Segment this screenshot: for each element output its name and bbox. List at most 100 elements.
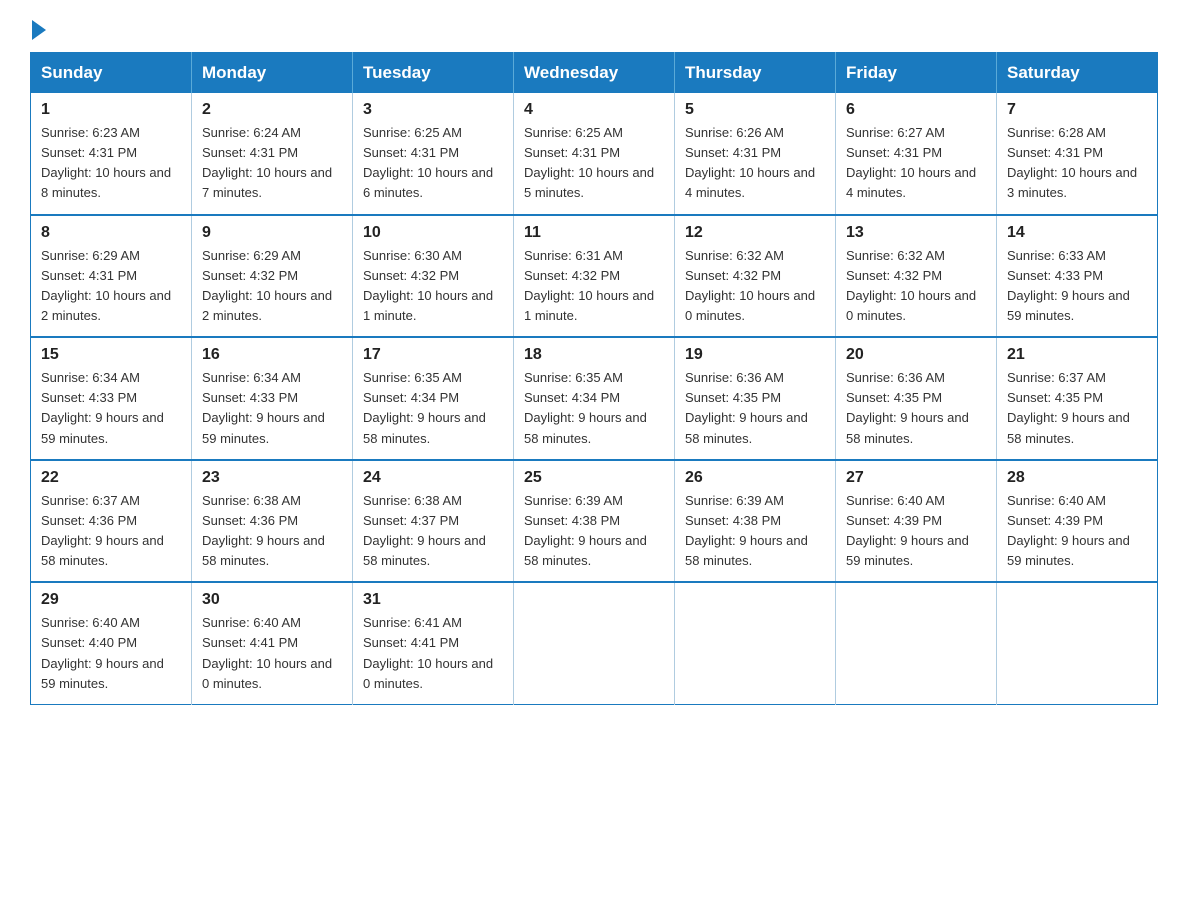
day-info: Sunrise: 6:34 AMSunset: 4:33 PMDaylight:… bbox=[202, 368, 342, 449]
day-number: 14 bbox=[1007, 224, 1147, 242]
calendar-cell: 17 Sunrise: 6:35 AMSunset: 4:34 PMDaylig… bbox=[353, 337, 514, 460]
calendar-header-monday: Monday bbox=[192, 53, 353, 94]
day-info: Sunrise: 6:38 AMSunset: 4:36 PMDaylight:… bbox=[202, 491, 342, 572]
calendar-header-friday: Friday bbox=[836, 53, 997, 94]
calendar-header-sunday: Sunday bbox=[31, 53, 192, 94]
calendar-cell: 3 Sunrise: 6:25 AMSunset: 4:31 PMDayligh… bbox=[353, 93, 514, 215]
calendar-cell: 6 Sunrise: 6:27 AMSunset: 4:31 PMDayligh… bbox=[836, 93, 997, 215]
calendar-cell: 9 Sunrise: 6:29 AMSunset: 4:32 PMDayligh… bbox=[192, 215, 353, 338]
page-header bbox=[30, 20, 1158, 34]
calendar-cell: 10 Sunrise: 6:30 AMSunset: 4:32 PMDaylig… bbox=[353, 215, 514, 338]
day-info: Sunrise: 6:27 AMSunset: 4:31 PMDaylight:… bbox=[846, 123, 986, 204]
calendar-cell: 31 Sunrise: 6:41 AMSunset: 4:41 PMDaylig… bbox=[353, 582, 514, 704]
day-info: Sunrise: 6:37 AMSunset: 4:36 PMDaylight:… bbox=[41, 491, 181, 572]
calendar-cell: 24 Sunrise: 6:38 AMSunset: 4:37 PMDaylig… bbox=[353, 460, 514, 583]
day-number: 2 bbox=[202, 101, 342, 119]
day-number: 8 bbox=[41, 224, 181, 242]
day-info: Sunrise: 6:36 AMSunset: 4:35 PMDaylight:… bbox=[846, 368, 986, 449]
day-number: 25 bbox=[524, 469, 664, 487]
day-number: 4 bbox=[524, 101, 664, 119]
day-number: 1 bbox=[41, 101, 181, 119]
day-info: Sunrise: 6:36 AMSunset: 4:35 PMDaylight:… bbox=[685, 368, 825, 449]
calendar-week-row: 22 Sunrise: 6:37 AMSunset: 4:36 PMDaylig… bbox=[31, 460, 1158, 583]
logo bbox=[30, 20, 48, 34]
day-info: Sunrise: 6:38 AMSunset: 4:37 PMDaylight:… bbox=[363, 491, 503, 572]
day-info: Sunrise: 6:37 AMSunset: 4:35 PMDaylight:… bbox=[1007, 368, 1147, 449]
day-info: Sunrise: 6:39 AMSunset: 4:38 PMDaylight:… bbox=[685, 491, 825, 572]
day-info: Sunrise: 6:34 AMSunset: 4:33 PMDaylight:… bbox=[41, 368, 181, 449]
day-number: 10 bbox=[363, 224, 503, 242]
calendar-cell: 27 Sunrise: 6:40 AMSunset: 4:39 PMDaylig… bbox=[836, 460, 997, 583]
calendar-cell: 25 Sunrise: 6:39 AMSunset: 4:38 PMDaylig… bbox=[514, 460, 675, 583]
day-info: Sunrise: 6:40 AMSunset: 4:41 PMDaylight:… bbox=[202, 613, 342, 694]
calendar-header-thursday: Thursday bbox=[675, 53, 836, 94]
calendar-week-row: 15 Sunrise: 6:34 AMSunset: 4:33 PMDaylig… bbox=[31, 337, 1158, 460]
day-number: 26 bbox=[685, 469, 825, 487]
calendar-week-row: 8 Sunrise: 6:29 AMSunset: 4:31 PMDayligh… bbox=[31, 215, 1158, 338]
day-info: Sunrise: 6:29 AMSunset: 4:31 PMDaylight:… bbox=[41, 246, 181, 327]
calendar-cell: 8 Sunrise: 6:29 AMSunset: 4:31 PMDayligh… bbox=[31, 215, 192, 338]
calendar-header-wednesday: Wednesday bbox=[514, 53, 675, 94]
calendar-cell: 11 Sunrise: 6:31 AMSunset: 4:32 PMDaylig… bbox=[514, 215, 675, 338]
day-info: Sunrise: 6:30 AMSunset: 4:32 PMDaylight:… bbox=[363, 246, 503, 327]
logo-top bbox=[30, 20, 48, 40]
calendar-header-tuesday: Tuesday bbox=[353, 53, 514, 94]
day-info: Sunrise: 6:41 AMSunset: 4:41 PMDaylight:… bbox=[363, 613, 503, 694]
day-number: 31 bbox=[363, 591, 503, 609]
calendar-cell: 14 Sunrise: 6:33 AMSunset: 4:33 PMDaylig… bbox=[997, 215, 1158, 338]
day-number: 29 bbox=[41, 591, 181, 609]
calendar-cell: 13 Sunrise: 6:32 AMSunset: 4:32 PMDaylig… bbox=[836, 215, 997, 338]
day-info: Sunrise: 6:33 AMSunset: 4:33 PMDaylight:… bbox=[1007, 246, 1147, 327]
calendar-cell: 16 Sunrise: 6:34 AMSunset: 4:33 PMDaylig… bbox=[192, 337, 353, 460]
calendar-cell: 29 Sunrise: 6:40 AMSunset: 4:40 PMDaylig… bbox=[31, 582, 192, 704]
day-number: 3 bbox=[363, 101, 503, 119]
calendar-cell: 19 Sunrise: 6:36 AMSunset: 4:35 PMDaylig… bbox=[675, 337, 836, 460]
day-number: 19 bbox=[685, 346, 825, 364]
calendar-cell: 12 Sunrise: 6:32 AMSunset: 4:32 PMDaylig… bbox=[675, 215, 836, 338]
day-number: 7 bbox=[1007, 101, 1147, 119]
calendar-cell: 15 Sunrise: 6:34 AMSunset: 4:33 PMDaylig… bbox=[31, 337, 192, 460]
calendar-cell: 21 Sunrise: 6:37 AMSunset: 4:35 PMDaylig… bbox=[997, 337, 1158, 460]
day-number: 12 bbox=[685, 224, 825, 242]
calendar-cell bbox=[675, 582, 836, 704]
day-info: Sunrise: 6:40 AMSunset: 4:39 PMDaylight:… bbox=[846, 491, 986, 572]
day-number: 9 bbox=[202, 224, 342, 242]
day-info: Sunrise: 6:32 AMSunset: 4:32 PMDaylight:… bbox=[685, 246, 825, 327]
calendar-cell: 4 Sunrise: 6:25 AMSunset: 4:31 PMDayligh… bbox=[514, 93, 675, 215]
day-number: 22 bbox=[41, 469, 181, 487]
calendar-cell: 20 Sunrise: 6:36 AMSunset: 4:35 PMDaylig… bbox=[836, 337, 997, 460]
calendar-cell: 28 Sunrise: 6:40 AMSunset: 4:39 PMDaylig… bbox=[997, 460, 1158, 583]
day-info: Sunrise: 6:39 AMSunset: 4:38 PMDaylight:… bbox=[524, 491, 664, 572]
calendar-cell: 7 Sunrise: 6:28 AMSunset: 4:31 PMDayligh… bbox=[997, 93, 1158, 215]
day-info: Sunrise: 6:25 AMSunset: 4:31 PMDaylight:… bbox=[524, 123, 664, 204]
day-number: 24 bbox=[363, 469, 503, 487]
calendar-week-row: 1 Sunrise: 6:23 AMSunset: 4:31 PMDayligh… bbox=[31, 93, 1158, 215]
day-number: 6 bbox=[846, 101, 986, 119]
day-number: 15 bbox=[41, 346, 181, 364]
calendar-week-row: 29 Sunrise: 6:40 AMSunset: 4:40 PMDaylig… bbox=[31, 582, 1158, 704]
day-info: Sunrise: 6:35 AMSunset: 4:34 PMDaylight:… bbox=[524, 368, 664, 449]
day-info: Sunrise: 6:26 AMSunset: 4:31 PMDaylight:… bbox=[685, 123, 825, 204]
day-info: Sunrise: 6:23 AMSunset: 4:31 PMDaylight:… bbox=[41, 123, 181, 204]
day-info: Sunrise: 6:35 AMSunset: 4:34 PMDaylight:… bbox=[363, 368, 503, 449]
calendar-cell: 1 Sunrise: 6:23 AMSunset: 4:31 PMDayligh… bbox=[31, 93, 192, 215]
day-number: 20 bbox=[846, 346, 986, 364]
calendar-cell bbox=[836, 582, 997, 704]
calendar-cell: 5 Sunrise: 6:26 AMSunset: 4:31 PMDayligh… bbox=[675, 93, 836, 215]
day-info: Sunrise: 6:29 AMSunset: 4:32 PMDaylight:… bbox=[202, 246, 342, 327]
logo-arrow-icon bbox=[32, 20, 46, 40]
calendar-cell: 26 Sunrise: 6:39 AMSunset: 4:38 PMDaylig… bbox=[675, 460, 836, 583]
day-info: Sunrise: 6:25 AMSunset: 4:31 PMDaylight:… bbox=[363, 123, 503, 204]
calendar-header-saturday: Saturday bbox=[997, 53, 1158, 94]
calendar-cell bbox=[997, 582, 1158, 704]
day-number: 28 bbox=[1007, 469, 1147, 487]
day-number: 23 bbox=[202, 469, 342, 487]
calendar-cell bbox=[514, 582, 675, 704]
day-info: Sunrise: 6:40 AMSunset: 4:40 PMDaylight:… bbox=[41, 613, 181, 694]
day-number: 16 bbox=[202, 346, 342, 364]
day-number: 27 bbox=[846, 469, 986, 487]
day-number: 13 bbox=[846, 224, 986, 242]
day-number: 11 bbox=[524, 224, 664, 242]
day-info: Sunrise: 6:31 AMSunset: 4:32 PMDaylight:… bbox=[524, 246, 664, 327]
day-info: Sunrise: 6:40 AMSunset: 4:39 PMDaylight:… bbox=[1007, 491, 1147, 572]
